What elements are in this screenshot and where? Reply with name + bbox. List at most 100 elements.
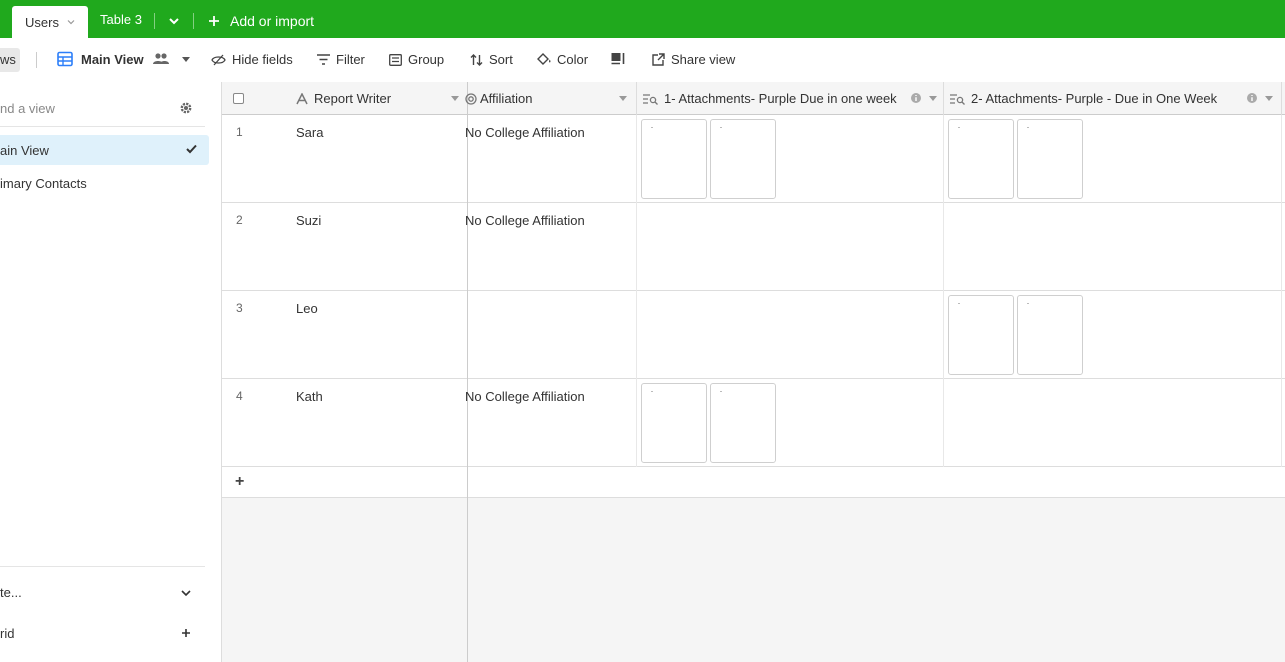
info-icon[interactable] xyxy=(911,93,921,103)
add-row-strip[interactable] xyxy=(468,467,1285,498)
report-writer-cell[interactable]: Leo xyxy=(296,301,318,316)
add-row-button[interactable]: + xyxy=(222,467,467,498)
add-or-import-button[interactable]: Add or import xyxy=(208,13,314,29)
hide-fields-icon xyxy=(211,54,226,65)
filter-button[interactable]: Filter xyxy=(317,52,365,67)
report-writer-cell[interactable]: Suzi xyxy=(296,213,321,228)
column-header-affiliation[interactable]: Affiliation xyxy=(465,82,637,115)
share-view-button[interactable]: Share view xyxy=(652,52,735,67)
caret-down-icon[interactable] xyxy=(619,96,627,101)
table-row[interactable]: 1 Sara xyxy=(222,115,467,203)
caret-down-icon[interactable] xyxy=(1265,96,1273,101)
lookup-field-icon xyxy=(643,93,658,105)
column-header-label: Affiliation xyxy=(480,91,533,106)
sort-button[interactable]: Sort xyxy=(470,52,513,67)
attachment-thumbnail[interactable] xyxy=(948,295,1014,375)
sort-icon xyxy=(470,53,483,66)
column-header-attachments-2[interactable]: 2- Attachments- Purple - Due in One Week xyxy=(944,82,1282,115)
row-number: 3 xyxy=(236,301,243,315)
row-height-icon xyxy=(611,53,625,65)
column-header-report-writer[interactable]: Report Writer xyxy=(296,82,467,115)
gear-icon[interactable] xyxy=(179,101,193,115)
plus-icon[interactable] xyxy=(180,627,192,639)
grid-view-icon xyxy=(57,51,73,67)
attachment-thumbnail[interactable] xyxy=(1017,295,1083,375)
column-header-attachments-1[interactable]: 1- Attachments- Purple Due in one week xyxy=(637,82,944,115)
cell-divider xyxy=(636,203,637,291)
column-header-label: Report Writer xyxy=(314,91,392,106)
filter-label: Filter xyxy=(336,52,365,67)
cell-divider xyxy=(636,115,637,203)
grid-header: Report Writer xyxy=(222,82,467,115)
sidebar-item-primary-contacts[interactable]: imary Contacts xyxy=(0,168,209,198)
info-icon[interactable] xyxy=(1247,93,1257,103)
lookup-field-icon xyxy=(950,93,965,105)
sidebar-item-label: ain View xyxy=(0,142,49,158)
view-switcher[interactable]: Main View xyxy=(57,51,196,67)
select-all-checkbox[interactable] xyxy=(233,93,244,104)
affiliation-cell[interactable]: No College Affiliation xyxy=(465,125,585,140)
hide-fields-label: Hide fields xyxy=(232,52,293,67)
row-height-button[interactable] xyxy=(611,52,632,65)
sidebar-divider xyxy=(0,126,205,127)
column-header-label: 2- Attachments- Purple - Due in One Week xyxy=(971,91,1218,106)
chevron-down-icon[interactable] xyxy=(67,18,75,26)
group-label: Group xyxy=(408,52,445,67)
attachment-thumbnail[interactable] xyxy=(641,119,707,199)
attachment-thumbnail[interactable] xyxy=(948,119,1014,199)
view-toolbar: ws Main View Hide fields Filter Group So… xyxy=(0,38,1285,82)
color-button[interactable]: Color xyxy=(536,52,588,67)
attachment-thumbnail[interactable] xyxy=(710,119,776,199)
table-row[interactable]: No College Affiliation xyxy=(465,115,1285,203)
report-writer-cell[interactable]: Sara xyxy=(296,125,323,140)
table-row[interactable]: 4 Kath xyxy=(222,379,467,467)
sidebar-item-label: imary Contacts xyxy=(0,175,87,191)
table-row[interactable]: No College Affiliation xyxy=(465,203,1285,291)
cell-divider xyxy=(1281,203,1282,291)
table-row[interactable]: 2 Suzi xyxy=(222,203,467,291)
tab-table-3[interactable]: Table 3 xyxy=(100,12,142,27)
current-view-name: Main View xyxy=(81,51,144,67)
views-toggle-label: ws xyxy=(0,52,16,67)
sidebar-create-grid[interactable]: rid xyxy=(0,626,14,641)
sidebar-item-main-view[interactable]: ain View xyxy=(0,135,209,165)
sidebar-create-section[interactable]: te... xyxy=(0,585,22,600)
attachment-thumbnail[interactable] xyxy=(710,383,776,463)
cell-divider xyxy=(943,115,944,203)
table-row[interactable] xyxy=(468,291,1285,379)
attachment-thumbnail[interactable] xyxy=(641,383,707,463)
group-button[interactable]: Group xyxy=(389,52,444,67)
affiliation-cell[interactable]: No College Affiliation xyxy=(465,389,585,404)
affiliation-cell[interactable]: No College Affiliation xyxy=(465,213,585,228)
hide-fields-button[interactable]: Hide fields xyxy=(211,52,293,67)
row-number: 2 xyxy=(236,213,243,227)
cell-divider xyxy=(943,291,944,379)
grid-frozen-pane: Report Writer 1 Sara 2 Suzi 3 Leo 4 Kath… xyxy=(222,82,468,662)
column-header-label: 1- Attachments- Purple Due in one week xyxy=(664,91,897,106)
tab-separator xyxy=(193,13,194,29)
caret-down-icon[interactable] xyxy=(929,96,937,101)
report-writer-cell[interactable]: Kath xyxy=(296,389,323,404)
views-sidebar: nd a view ain View imary Contacts te... … xyxy=(0,82,222,662)
table-row[interactable]: 3 Leo xyxy=(222,291,467,379)
views-toggle-button[interactable]: ws xyxy=(0,48,20,72)
tab-users[interactable]: Users xyxy=(12,6,88,38)
share-view-label: Share view xyxy=(671,52,736,67)
cell-divider xyxy=(1281,379,1282,467)
caret-down-icon[interactable] xyxy=(451,96,459,101)
cell-divider xyxy=(943,203,944,291)
caret-down-icon[interactable] xyxy=(181,56,190,62)
grid-scroll-pane: Affiliation 1- Attachments- Purple Due i… xyxy=(465,82,1285,662)
sort-label: Sort xyxy=(489,52,513,67)
table-row[interactable]: No College Affiliation xyxy=(465,379,1285,467)
find-view-input[interactable]: nd a view xyxy=(0,101,55,116)
add-or-import-label: Add or import xyxy=(230,13,315,29)
row-number: 4 xyxy=(236,389,243,403)
tables-dropdown-icon[interactable] xyxy=(166,13,182,29)
chevron-down-icon[interactable] xyxy=(180,587,192,599)
attachment-thumbnail[interactable] xyxy=(1017,119,1083,199)
cell-divider xyxy=(636,291,637,379)
group-icon xyxy=(389,53,402,66)
plus-icon xyxy=(209,16,219,26)
cell-divider xyxy=(1281,115,1282,203)
